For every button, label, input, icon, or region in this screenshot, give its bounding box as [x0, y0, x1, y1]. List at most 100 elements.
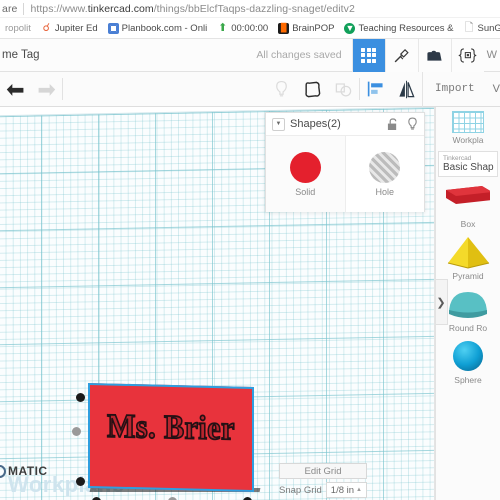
- redo-button[interactable]: [31, 72, 62, 107]
- snap-grid-row: Snap Grid 1/8 in ▲: [279, 482, 367, 498]
- url-text[interactable]: https://www.tinkercad.com/things/bbElcfT…: [30, 3, 354, 15]
- grid-view-mode-button[interactable]: [351, 38, 385, 72]
- workplane-tool-label: Workpla: [452, 135, 484, 145]
- teaching-resources-icon: ▼: [344, 22, 356, 34]
- unlock-icon[interactable]: [387, 117, 398, 131]
- round-roof-label: Round Ro: [448, 323, 488, 333]
- blocks-icon: [427, 50, 442, 61]
- shapes-panel-actions: [387, 117, 418, 131]
- url-prefix: https://www.: [30, 2, 88, 15]
- import-button[interactable]: Import: [422, 71, 487, 107]
- pyramid-shape-icon: [446, 236, 490, 269]
- redo-icon: [38, 83, 56, 96]
- snap-grid-select[interactable]: 1/8 in ▲: [325, 482, 367, 498]
- round-roof-shape-icon: [446, 288, 490, 321]
- browser-url-bar[interactable]: are https://www.tinkercad.com/things/bbE…: [0, 0, 500, 18]
- workplane-icon: [452, 111, 484, 133]
- shape-type-hole-option[interactable]: Hole: [344, 136, 424, 212]
- library-vendor-label: Tinkercad: [443, 155, 472, 162]
- lightbulb-icon: [276, 80, 287, 96]
- solid-label: Solid: [295, 186, 316, 197]
- name-tag-object[interactable]: Ms. Brier: [88, 382, 261, 493]
- design-name[interactable]: me Tag: [0, 49, 40, 61]
- ungroup-shape-icon: [335, 82, 352, 96]
- bookmark-label: Jupiter Ed: [54, 22, 98, 34]
- shape-item-pyramid[interactable]: Pyramid: [446, 236, 490, 281]
- snap-grid-value: 1/8 in: [330, 484, 355, 496]
- sphere-shape-icon: [446, 340, 490, 373]
- save-status: All changes saved: [256, 49, 342, 61]
- bookmark-label: 00:00:00: [231, 22, 269, 34]
- light-button[interactable]: [266, 72, 297, 107]
- blocks-mode-button[interactable]: [417, 38, 451, 72]
- selection-handle-bottom-left[interactable]: [76, 477, 85, 486]
- workplane-tool[interactable]: Workpla: [452, 111, 484, 145]
- shape-item-sphere[interactable]: Sphere: [446, 340, 490, 385]
- hole-swatch-icon: [369, 151, 401, 183]
- bookmark-item[interactable]: 🗋 SunGard P: [459, 18, 500, 38]
- tinkercad-topbar: me Tag All changes saved W: [0, 38, 500, 72]
- lightbulb-icon[interactable]: [407, 117, 418, 131]
- mirror-button[interactable]: [391, 72, 422, 107]
- shapes-library-sidebar: Workpla Tinkercad Basic Shap Box Pyramid…: [435, 107, 500, 500]
- snap-grid-label: Snap Grid: [279, 484, 322, 496]
- bookmark-item[interactable]: ropolit: [0, 18, 36, 38]
- shape-type-solid-option[interactable]: Solid: [266, 136, 345, 212]
- undo-icon: [6, 83, 24, 96]
- bookmark-label: Teaching Resources &: [358, 22, 454, 34]
- undo-button[interactable]: [0, 72, 31, 107]
- mode-switcher: [351, 38, 484, 72]
- bookmark-item[interactable]: ⬆ 00:00:00: [212, 18, 273, 38]
- watermark-logo-icon: [0, 464, 6, 478]
- tab-title-fragment: are: [2, 2, 18, 15]
- shape-library-select[interactable]: Tinkercad Basic Shap: [438, 151, 498, 177]
- hole-label: Hole: [375, 186, 394, 197]
- sphere-label: Sphere: [454, 375, 482, 385]
- shape-item-box[interactable]: Box: [446, 184, 492, 229]
- bookmark-item[interactable]: ▼ Teaching Resources &: [339, 18, 458, 38]
- url-host: tinkercad.com: [87, 2, 154, 15]
- document-icon: 🗋: [463, 21, 475, 34]
- sidebar-collapse-toggle[interactable]: ❯: [436, 279, 448, 325]
- bookmark-label: BrainPOP: [292, 22, 335, 34]
- bookmark-label: ropolit: [5, 22, 31, 34]
- shapes-panel-title: Shapes(2): [290, 118, 341, 130]
- box-shape-icon: [446, 184, 492, 217]
- bookmark-label: SunGard P: [477, 22, 500, 34]
- tinker-mode-button[interactable]: [384, 38, 418, 72]
- toolbar-divider: [62, 78, 63, 100]
- codeblocks-mode-button[interactable]: [450, 38, 484, 72]
- edit-toolbar: Import V: [0, 71, 500, 107]
- timer-icon: ⬆: [218, 21, 228, 34]
- url-divider: [23, 2, 25, 15]
- screencast-watermark: MATIC: [0, 464, 48, 478]
- group-button[interactable]: [297, 72, 328, 107]
- edit-grid-button[interactable]: Edit Grid: [279, 463, 367, 479]
- code-brackets-icon: [458, 47, 477, 63]
- bookmark-item[interactable]: ☌ Jupiter Ed: [36, 18, 103, 38]
- shapes-panel-body: Solid Hole: [266, 135, 424, 212]
- ungroup-button[interactable]: [328, 72, 359, 107]
- mirror-icon: [399, 80, 415, 98]
- align-icon: [367, 81, 383, 97]
- pyramid-label: Pyramid: [452, 271, 484, 281]
- bookmarks-bar: ropolit ☌ Jupiter Ed Planbook.com - Onli…: [0, 18, 500, 39]
- brainpop-icon: █: [278, 22, 290, 34]
- grid-icon: [361, 47, 377, 63]
- hammer-icon: [394, 48, 409, 62]
- library-name-label: Basic Shap: [443, 162, 494, 173]
- shapes-inspector-panel[interactable]: ▼ Shapes(2) Solid Hole: [265, 112, 425, 212]
- chevron-down-icon[interactable]: ▼: [272, 117, 285, 131]
- toolbar-overflow-fragment: V: [492, 83, 500, 95]
- selection-handle-top-left[interactable]: [76, 393, 85, 402]
- jupiter-ed-icon: ☌: [40, 21, 52, 34]
- shape-item-round-roof[interactable]: Round Ro: [446, 288, 490, 333]
- bookmark-label: Planbook.com - Onli: [121, 22, 208, 34]
- chevron-down-icon: ▲: [356, 487, 362, 493]
- bookmark-item[interactable]: █ BrainPOP: [273, 18, 339, 38]
- url-path: /things/bbElcfTaqps-dazzling-snaget/edit…: [153, 2, 355, 15]
- selection-handle-mid-left[interactable]: [72, 427, 81, 436]
- watermark-label: MATIC: [8, 464, 48, 478]
- align-button[interactable]: [360, 72, 391, 107]
- bookmark-item[interactable]: Planbook.com - Onli: [103, 18, 213, 38]
